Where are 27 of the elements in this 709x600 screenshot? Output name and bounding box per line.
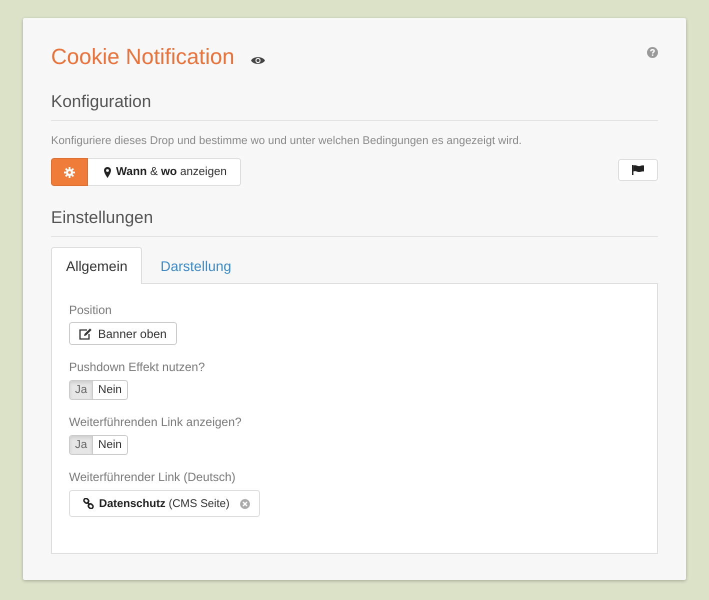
settings-button[interactable] <box>51 158 88 186</box>
gear-icon <box>64 166 75 178</box>
section-description: Konfiguriere dieses Drop und bestimme wo und unter welchen Bedingungen es angezeigt wird. <box>51 134 523 149</box>
clear-icon[interactable] <box>240 498 250 508</box>
help-icon[interactable] <box>647 47 658 58</box>
link-icon <box>83 498 94 509</box>
page-title: Cookie Notification <box>51 43 234 71</box>
field-label: Pushdown Effekt nutzen? <box>69 359 206 375</box>
field-label: Position <box>69 302 113 318</box>
section-heading: Konfiguration <box>51 90 658 121</box>
toggle-option[interactable]: Nein <box>93 435 128 455</box>
toggle-option[interactable]: Ja <box>69 435 94 455</box>
tab[interactable]: Allgemein <box>51 247 142 284</box>
link-value: Datenschutz (CMS Seite) <box>99 498 230 510</box>
toggle-option[interactable]: Nein <box>93 380 128 400</box>
flag-icon <box>632 165 644 175</box>
map-pin-icon <box>104 166 111 178</box>
field-label: Weiterführender Link (Deutsch) <box>69 469 237 485</box>
display-rules-button[interactable]: Wann & wo anzeigen <box>88 158 241 186</box>
field-label: Weiterführenden Link anzeigen? <box>69 414 243 430</box>
section-heading: Einstellungen <box>51 206 658 237</box>
link-select-field[interactable]: Datenschutz (CMS Seite) <box>69 490 260 517</box>
flag-button[interactable] <box>618 159 658 181</box>
eye-icon[interactable] <box>251 56 266 64</box>
position-select-button[interactable]: Banner oben <box>69 322 177 345</box>
toggle-option[interactable]: Ja <box>69 380 94 400</box>
edit-icon <box>79 328 92 340</box>
